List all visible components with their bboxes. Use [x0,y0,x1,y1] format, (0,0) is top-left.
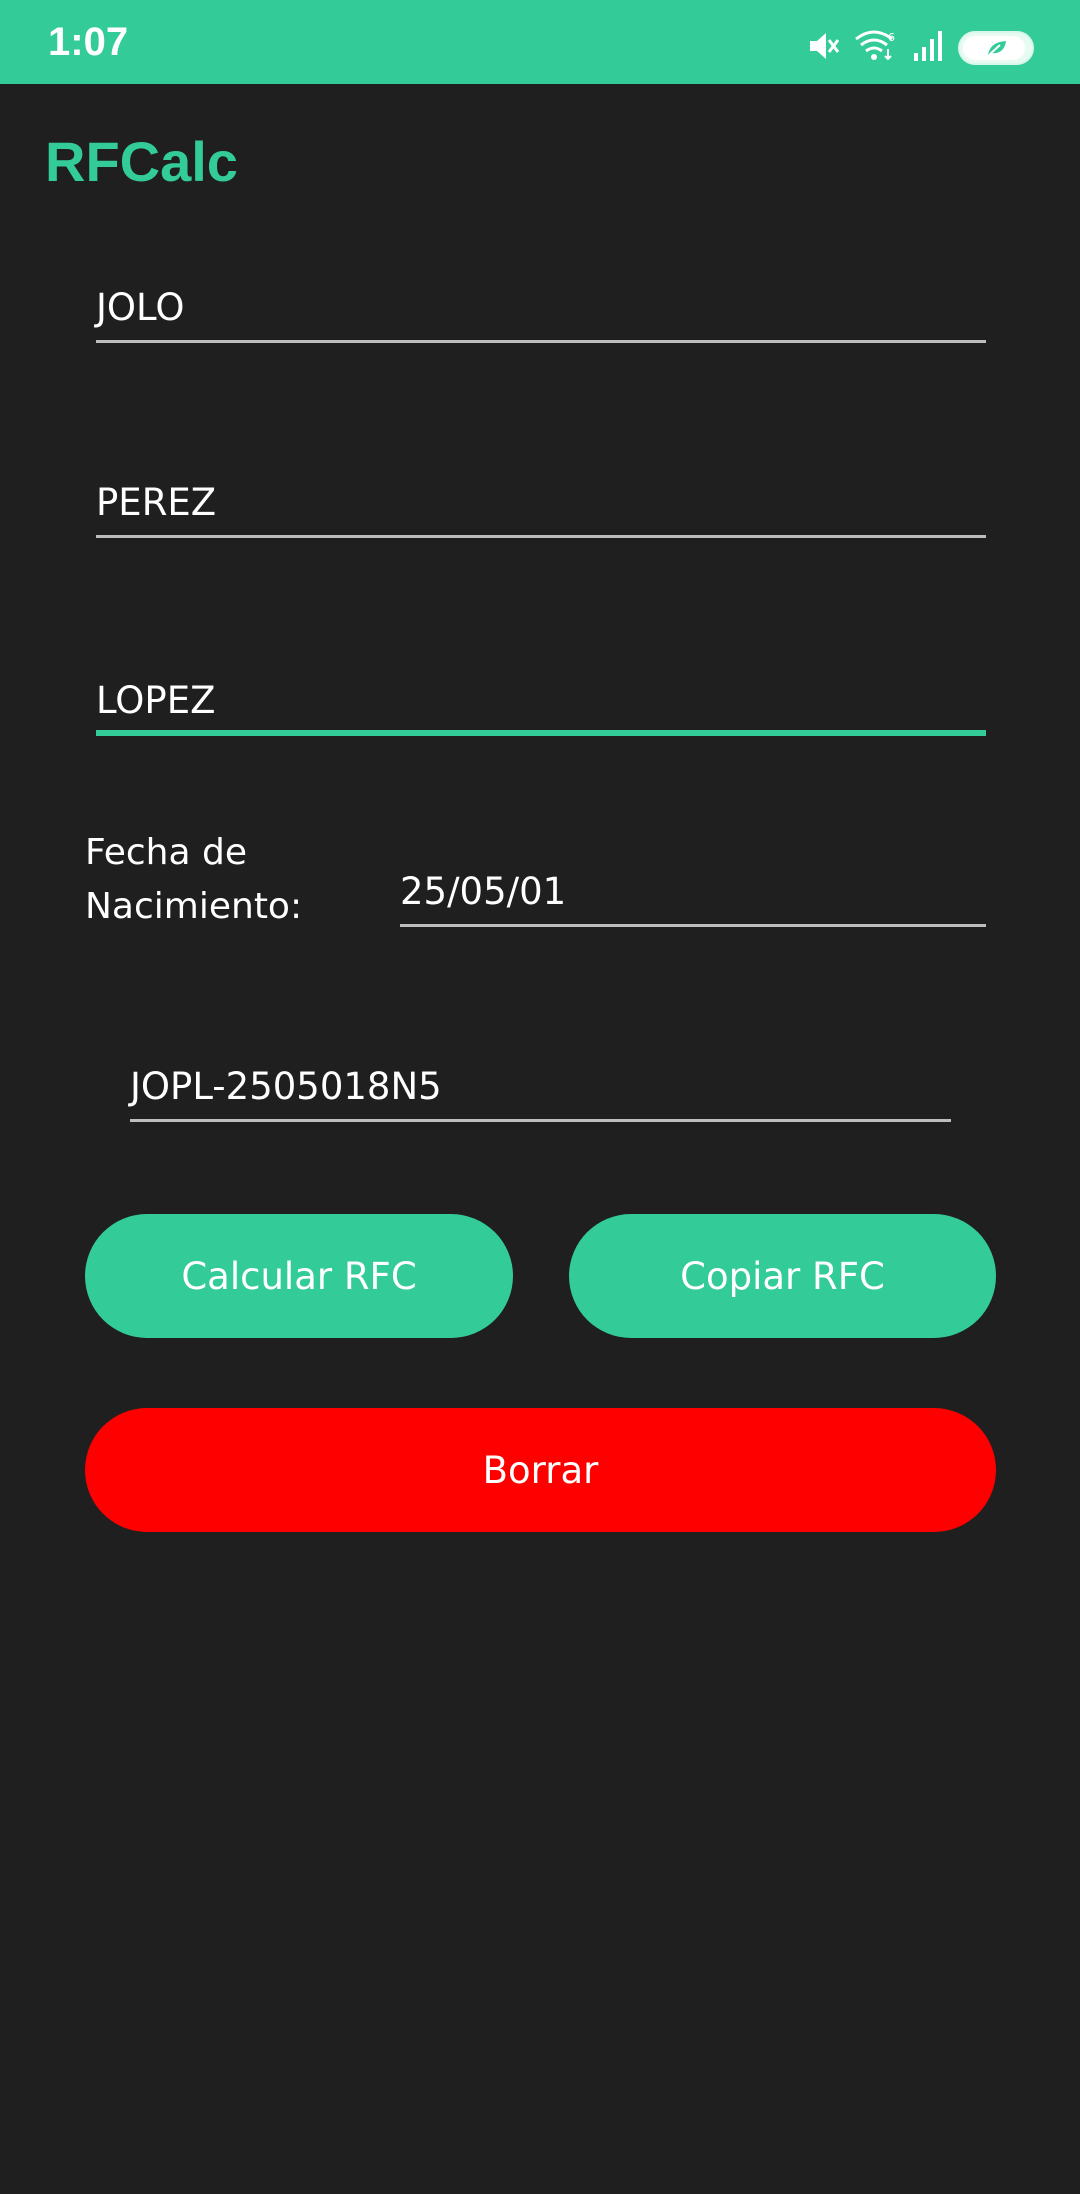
calcular-rfc-button[interactable]: Calcular RFC [85,1214,513,1338]
wifi-icon: 6 [854,29,898,67]
app-title: RFCalc [45,130,238,193]
fecha-nacimiento-field[interactable]: 25/05/01 [400,867,986,927]
status-time: 1:07 [48,20,129,64]
nombre-value: JOLO [96,286,185,329]
fecha-nacimiento-label-line2: Nacimiento: [85,886,303,927]
apellido-paterno-value: PEREZ [96,481,217,524]
copiar-rfc-label: Copiar RFC [680,1254,885,1298]
signal-icon [912,29,944,67]
borrar-label: Borrar [482,1448,599,1492]
status-icons: 6 [806,30,1034,66]
borrar-button[interactable]: Borrar [85,1408,996,1532]
rfc-result-field[interactable]: JOPL-2505018N5 [130,1062,951,1122]
apellido-paterno-field[interactable]: PEREZ [96,478,986,538]
calcular-rfc-label: Calcular RFC [181,1254,417,1298]
apellido-materno-value: LOPEZ [96,679,216,722]
status-bar: 1:07 6 [0,0,1080,84]
fecha-nacimiento-label: Fecha de Nacimiento: [85,826,302,934]
copiar-rfc-button[interactable]: Copiar RFC [569,1214,996,1338]
svg-text:6: 6 [888,31,895,44]
mute-icon [806,29,840,67]
rfc-result-value: JOPL-2505018N5 [130,1065,442,1108]
fecha-nacimiento-label-line1: Fecha de [85,832,247,873]
battery-saver-icon [958,31,1034,65]
apellido-materno-field[interactable]: LOPEZ [96,676,986,736]
nombre-field[interactable]: JOLO [96,283,986,343]
fecha-nacimiento-value: 25/05/01 [400,870,567,913]
